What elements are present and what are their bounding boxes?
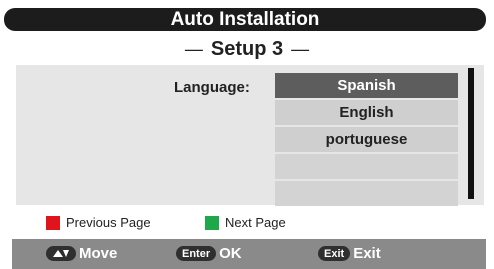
- title-bar: Auto Installation: [4, 8, 486, 31]
- next-page-hint: Next Page: [205, 215, 286, 230]
- ok-hint: Enter OK: [176, 245, 242, 262]
- exit-key-icon: Exit: [318, 246, 351, 261]
- ok-label: OK: [219, 245, 242, 262]
- button-hint-bar: Move Enter OK Exit Exit: [12, 239, 486, 269]
- exit-label: Exit: [353, 245, 381, 262]
- previous-page-hint: Previous Page: [46, 215, 151, 230]
- move-label: Move: [79, 245, 118, 262]
- language-list[interactable]: Spanish English portuguese: [275, 73, 458, 206]
- language-list-scrollbar[interactable]: [468, 68, 474, 199]
- page-title: Auto Installation: [170, 8, 320, 30]
- previous-page-label: Previous Page: [66, 215, 151, 230]
- exit-hint: Exit Exit: [318, 245, 381, 262]
- enter-key-icon: Enter: [176, 246, 217, 261]
- up-down-arrows-icon: [46, 246, 76, 261]
- next-page-label: Next Page: [225, 215, 286, 230]
- setup-step-title: — Setup 3 —: [0, 36, 494, 62]
- language-label: Language:: [174, 79, 250, 96]
- move-hint: Move: [46, 245, 117, 262]
- language-option-empty: [275, 181, 458, 206]
- dash-right: —: [291, 38, 310, 59]
- language-option-english[interactable]: English: [275, 100, 458, 125]
- language-option-empty: [275, 154, 458, 179]
- red-key-icon: [46, 215, 60, 230]
- language-option-spanish[interactable]: Spanish: [275, 73, 458, 98]
- language-option-portuguese[interactable]: portuguese: [275, 127, 458, 152]
- green-key-icon: [205, 215, 219, 230]
- setup-step-label: Setup 3: [210, 37, 284, 60]
- dash-left: —: [184, 38, 203, 59]
- color-key-legend: Previous Page Next Page: [0, 212, 494, 236]
